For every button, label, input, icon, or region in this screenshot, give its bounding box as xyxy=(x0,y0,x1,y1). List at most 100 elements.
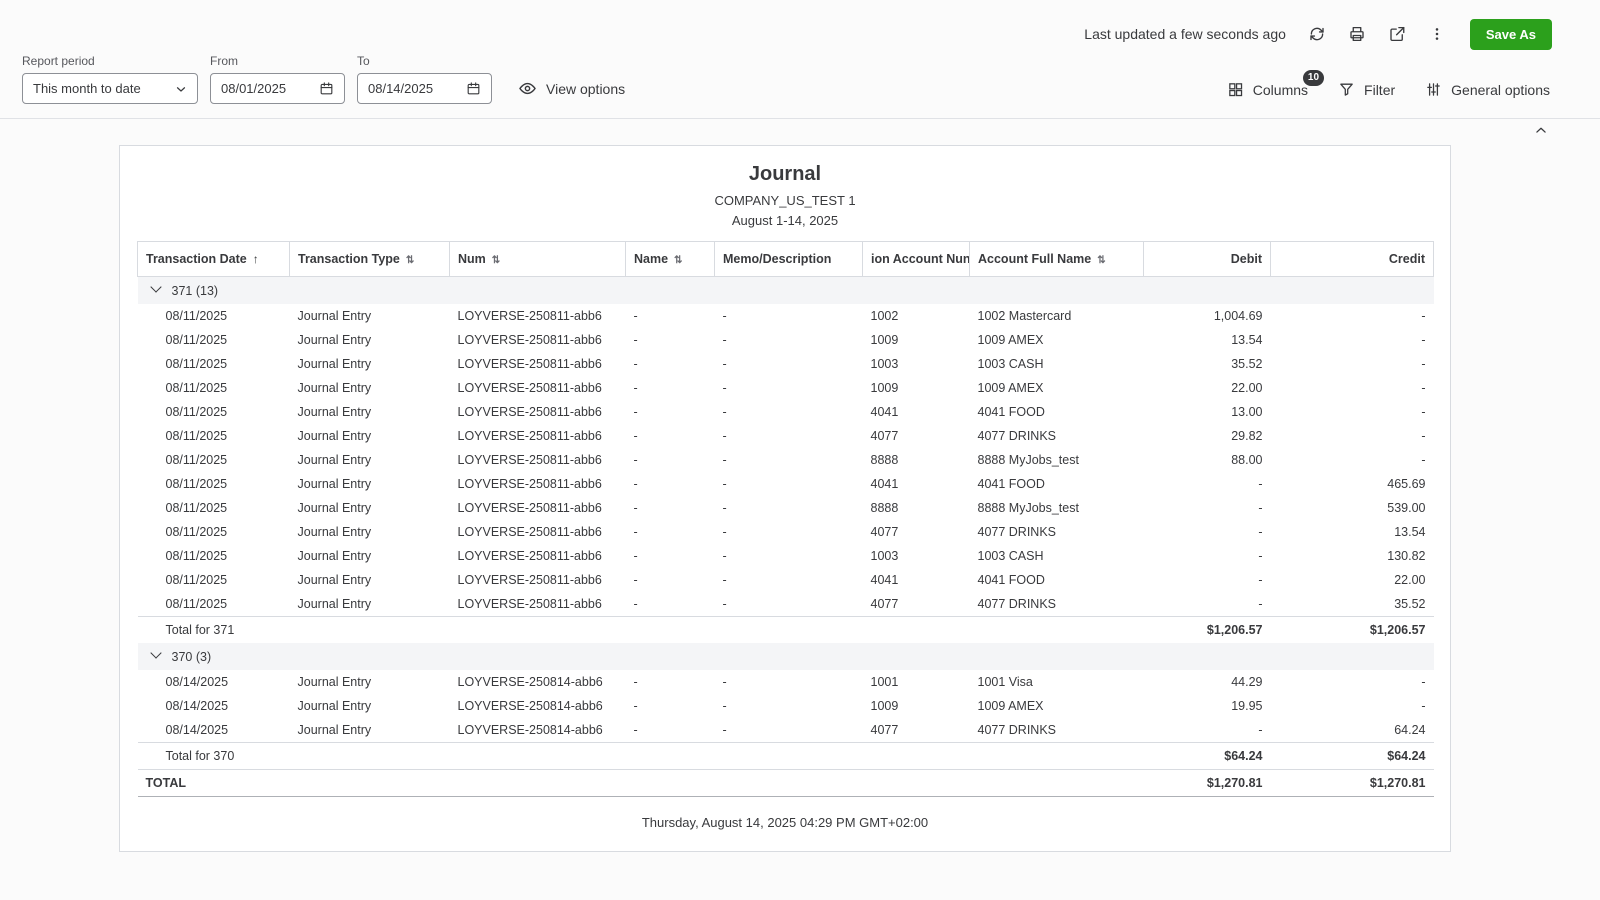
column-header-memo-description[interactable]: Memo/Description xyxy=(715,242,863,277)
cell-num: LOYVERSE-250811-abb6 xyxy=(450,472,626,496)
print-button[interactable] xyxy=(1344,21,1370,47)
table-row[interactable]: 08/11/2025Journal EntryLOYVERSE-250811-a… xyxy=(138,304,1434,328)
group-total-label: Total for 370 xyxy=(138,743,1144,770)
cell-transaction-date: 08/11/2025 xyxy=(138,448,290,472)
journal-table: Transaction Date↑Transaction Type⇅Num⇅Na… xyxy=(137,241,1434,797)
cell-num: LOYVERSE-250811-abb6 xyxy=(450,568,626,592)
table-row[interactable]: 08/14/2025Journal EntryLOYVERSE-250814-a… xyxy=(138,694,1434,718)
table-row[interactable]: 08/11/2025Journal EntryLOYVERSE-250811-a… xyxy=(138,544,1434,568)
table-row[interactable]: 08/11/2025Journal EntryLOYVERSE-250811-a… xyxy=(138,496,1434,520)
cell-transaction-type: Journal Entry xyxy=(290,694,450,718)
cell-name: - xyxy=(626,670,715,694)
cell-debit: - xyxy=(1144,544,1271,568)
table-row[interactable]: 08/11/2025Journal EntryLOYVERSE-250811-a… xyxy=(138,328,1434,352)
cell-memo-description: - xyxy=(715,592,863,617)
refresh-button[interactable] xyxy=(1304,21,1330,47)
calendar-icon[interactable] xyxy=(466,81,481,96)
column-header-debit[interactable]: Debit xyxy=(1144,242,1271,277)
table-row[interactable]: 08/11/2025Journal EntryLOYVERSE-250811-a… xyxy=(138,448,1434,472)
cell-account-num: 1003 xyxy=(863,544,970,568)
export-button[interactable] xyxy=(1384,21,1410,47)
cell-transaction-date: 08/11/2025 xyxy=(138,544,290,568)
table-row[interactable]: 08/11/2025Journal EntryLOYVERSE-250811-a… xyxy=(138,568,1434,592)
cell-transaction-date: 08/11/2025 xyxy=(138,520,290,544)
from-date-input[interactable] xyxy=(221,81,307,96)
view-options-label: View options xyxy=(546,81,625,97)
chevron-down-icon[interactable] xyxy=(150,281,161,292)
cell-memo-description: - xyxy=(715,544,863,568)
chevron-down-icon[interactable] xyxy=(150,647,161,658)
table-row[interactable]: 08/14/2025Journal EntryLOYVERSE-250814-a… xyxy=(138,718,1434,743)
cell-transaction-date: 08/14/2025 xyxy=(138,718,290,743)
table-row[interactable]: 08/11/2025Journal EntryLOYVERSE-250811-a… xyxy=(138,424,1434,448)
cell-debit: - xyxy=(1144,718,1271,743)
cell-memo-description: - xyxy=(715,400,863,424)
columns-button[interactable]: Columns 10 xyxy=(1227,81,1308,98)
cell-credit: - xyxy=(1271,352,1434,376)
from-date-input-wrap[interactable] xyxy=(210,73,345,104)
view-options-button[interactable]: View options xyxy=(518,73,625,104)
collapse-toolbar-button[interactable] xyxy=(1530,120,1552,140)
column-header-account-num[interactable]: ion Account Nun xyxy=(863,242,970,277)
column-header-account-full-name[interactable]: Account Full Name⇅ xyxy=(970,242,1144,277)
cell-credit: 35.52 xyxy=(1271,592,1434,617)
filter-button[interactable]: Filter xyxy=(1338,81,1395,98)
to-date-input[interactable] xyxy=(368,81,454,96)
cell-transaction-date: 08/11/2025 xyxy=(138,304,290,328)
cell-debit: 1,004.69 xyxy=(1144,304,1271,328)
more-options-button[interactable] xyxy=(1424,21,1450,47)
cell-num: LOYVERSE-250811-abb6 xyxy=(450,376,626,400)
journal-table-head: Transaction Date↑Transaction Type⇅Num⇅Na… xyxy=(138,242,1434,277)
cell-transaction-type: Journal Entry xyxy=(290,376,450,400)
general-options-button[interactable]: General options xyxy=(1425,81,1550,98)
cell-memo-description: - xyxy=(715,496,863,520)
to-date-input-wrap[interactable] xyxy=(357,73,492,104)
cell-debit: 19.95 xyxy=(1144,694,1271,718)
cell-transaction-date: 08/11/2025 xyxy=(138,568,290,592)
table-row[interactable]: 08/11/2025Journal EntryLOYVERSE-250811-a… xyxy=(138,376,1434,400)
cell-name: - xyxy=(626,568,715,592)
columns-grid-icon xyxy=(1227,81,1244,98)
table-row[interactable]: 08/11/2025Journal EntryLOYVERSE-250811-a… xyxy=(138,472,1434,496)
cell-transaction-date: 08/11/2025 xyxy=(138,472,290,496)
cell-debit: - xyxy=(1144,520,1271,544)
group-total-row: Total for 370$64.24$64.24 xyxy=(138,743,1434,770)
group-header-row[interactable]: 370 (3) xyxy=(138,643,1434,670)
cell-account-full-name: 1009 AMEX xyxy=(970,328,1144,352)
group-total-debit: $1,206.57 xyxy=(1144,617,1271,644)
vertical-ellipsis-icon xyxy=(1429,25,1445,43)
cell-account-num: 1009 xyxy=(863,376,970,400)
from-label: From xyxy=(210,54,345,68)
table-row[interactable]: 08/14/2025Journal EntryLOYVERSE-250814-a… xyxy=(138,670,1434,694)
cell-name: - xyxy=(626,304,715,328)
calendar-icon[interactable] xyxy=(319,81,334,96)
column-header-transaction-date[interactable]: Transaction Date↑ xyxy=(138,242,290,277)
report-title: Journal xyxy=(120,163,1450,186)
cell-credit: - xyxy=(1271,424,1434,448)
save-as-button[interactable]: Save As xyxy=(1470,19,1552,50)
export-icon xyxy=(1388,25,1406,43)
group-total-credit: $1,206.57 xyxy=(1271,617,1434,644)
column-label: Credit xyxy=(1389,252,1425,266)
cell-memo-description: - xyxy=(715,520,863,544)
column-header-credit[interactable]: Credit xyxy=(1271,242,1434,277)
column-header-transaction-type[interactable]: Transaction Type⇅ xyxy=(290,242,450,277)
table-row[interactable]: 08/11/2025Journal EntryLOYVERSE-250811-a… xyxy=(138,592,1434,617)
cell-credit: 539.00 xyxy=(1271,496,1434,520)
group-header-row[interactable]: 371 (13) xyxy=(138,277,1434,305)
cell-credit: - xyxy=(1271,694,1434,718)
funnel-icon xyxy=(1338,81,1355,98)
column-header-num[interactable]: Num⇅ xyxy=(450,242,626,277)
report-period-select[interactable]: This month to date xyxy=(22,73,198,104)
cell-name: - xyxy=(626,328,715,352)
table-row[interactable]: 08/11/2025Journal EntryLOYVERSE-250811-a… xyxy=(138,520,1434,544)
column-header-name[interactable]: Name⇅ xyxy=(626,242,715,277)
cell-num: LOYVERSE-250811-abb6 xyxy=(450,520,626,544)
table-row[interactable]: 08/11/2025Journal EntryLOYVERSE-250811-a… xyxy=(138,400,1434,424)
cell-account-full-name: 4041 FOOD xyxy=(970,400,1144,424)
cell-credit: 465.69 xyxy=(1271,472,1434,496)
cell-transaction-type: Journal Entry xyxy=(290,424,450,448)
cell-account-num: 4041 xyxy=(863,568,970,592)
table-row[interactable]: 08/11/2025Journal EntryLOYVERSE-250811-a… xyxy=(138,352,1434,376)
grand-total-label: TOTAL xyxy=(138,770,1144,797)
